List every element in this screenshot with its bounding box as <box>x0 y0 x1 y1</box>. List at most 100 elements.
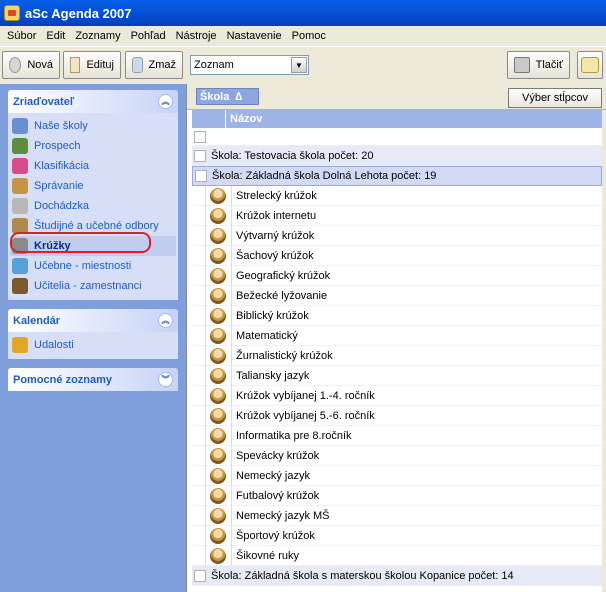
sidebar-item-label: Dochádzka <box>34 200 90 212</box>
menu-item-5[interactable]: Nastavenie <box>222 30 287 42</box>
sidebar-item[interactable]: Správanie <box>12 176 176 196</box>
edit-button[interactable]: Edituj <box>63 51 121 79</box>
chevron-down-icon[interactable]: ▼ <box>291 57 307 73</box>
table-row[interactable]: Futbalový krúžok <box>192 485 602 506</box>
filter-checkbox[interactable] <box>194 130 206 143</box>
sidebar-item[interactable]: Klasifikácia <box>12 156 176 176</box>
row-indent <box>192 265 206 286</box>
sidebar-item[interactable]: Učitelia - zamestnanci <box>12 276 176 296</box>
sidebar-panel-header[interactable]: Zriaďovateľ ︽ <box>8 90 178 113</box>
club-icon <box>12 238 28 254</box>
behavior-icon <box>12 178 28 194</box>
table-row[interactable]: Bežecké lyžovanie <box>192 285 602 306</box>
row-name-cell: Šikovné ruky <box>231 545 299 566</box>
edit-icon <box>70 57 81 73</box>
menu-item-2[interactable]: Zoznamy <box>70 30 125 42</box>
table-row[interactable]: Biblický krúžok <box>192 305 602 326</box>
table-row[interactable]: Matematický <box>192 325 602 346</box>
row-selector-header <box>192 110 226 128</box>
collapse-icon[interactable]: ︽ <box>158 313 173 328</box>
group-expand-toggle[interactable] <box>194 149 206 162</box>
table-row[interactable]: Krúžok vybíjanej 1.-4. ročník <box>192 385 602 406</box>
table-row[interactable]: Spevácky krúžok <box>192 445 602 466</box>
view-select[interactable]: Zoznam ▼ <box>190 55 309 75</box>
sidebar-panel-title: Kalendár <box>13 314 61 327</box>
sidebar: Zriaďovateľ ︽ Naše školy Prospech Klasifikác… <box>0 84 186 592</box>
menu-item-1[interactable]: Edit <box>41 30 70 42</box>
club-icon <box>210 327 226 344</box>
sidebar-panel-header[interactable]: Pomocné zoznamy ︾ <box>8 368 178 391</box>
row-name-cell: Krúžok internetu <box>231 205 316 226</box>
club-icon <box>210 427 226 444</box>
sidebar-item[interactable]: Učebne - miestnosti <box>12 256 176 276</box>
menu-item-0[interactable]: Súbor <box>2 30 41 42</box>
table-row[interactable]: Informatika pre 8.ročník <box>192 425 602 446</box>
table-row[interactable]: Strelecký krúžok <box>192 185 602 206</box>
table-row[interactable]: Krúžok internetu <box>192 205 602 226</box>
table-row[interactable]: Geografický krúžok <box>192 265 602 286</box>
club-icon <box>210 307 226 324</box>
toolbar: Nová Edituj Zmaž Zoznam ▼ Tlačiť <box>0 46 606 84</box>
row-indent <box>192 505 206 526</box>
app-icon <box>4 5 20 21</box>
sidebar-panel-header[interactable]: Kalendár ︽ <box>8 309 178 332</box>
sidebar-item[interactable]: Naše školy <box>12 116 176 136</box>
sidebar-item-label: Učitelia - zamestnanci <box>34 280 142 292</box>
table-row[interactable]: Žurnalistický krúžok <box>192 345 602 366</box>
table-row[interactable]: Šachový krúžok <box>192 245 602 266</box>
menu-item-4[interactable]: Nástroje <box>171 30 222 42</box>
group-row[interactable]: Škola: Základná škola s materskou školou… <box>192 566 602 586</box>
row-name-cell: Nemecký jazyk <box>231 465 310 486</box>
column-chooser-button[interactable]: Výber stĺpcov <box>508 88 602 108</box>
sidebar-item[interactable]: Krúžky <box>10 236 176 256</box>
classification-icon <box>12 158 28 174</box>
sidebar-item-label: Študijné a učebné odbory <box>34 220 159 232</box>
group-expand-toggle[interactable] <box>195 170 207 182</box>
column-header-name[interactable]: Názov <box>226 110 262 128</box>
club-icon <box>210 347 226 364</box>
row-indent <box>192 465 206 486</box>
club-icon <box>210 207 226 224</box>
column-header: Názov <box>192 110 602 128</box>
row-indent <box>192 225 206 246</box>
sidebar-item[interactable]: Udalosti <box>12 335 176 355</box>
sidebar-panel: Pomocné zoznamy ︾ <box>8 368 178 391</box>
table-row[interactable]: Športový krúžok <box>192 525 602 546</box>
group-row[interactable]: Škola: Testovacia škola počet: 20 <box>192 146 602 166</box>
menu-item-6[interactable]: Pomoc <box>287 30 331 42</box>
table-row[interactable]: Krúžok vybíjanej 5.-6. ročník <box>192 405 602 426</box>
table-row[interactable]: Šikovné ruky <box>192 545 602 566</box>
print-button[interactable]: Tlačiť <box>507 51 570 79</box>
club-icon <box>210 447 226 464</box>
sidebar-panel-title: Zriaďovateľ <box>13 95 75 108</box>
row-name-cell: Biblický krúžok <box>231 305 309 326</box>
filter-row[interactable] <box>192 128 602 146</box>
sidebar-item[interactable]: Prospech <box>12 136 176 156</box>
expand-icon[interactable]: ︾ <box>158 372 173 387</box>
club-icon <box>210 287 226 304</box>
table-row[interactable]: Nemecký jazyk <box>192 465 602 486</box>
row-indent <box>192 365 206 386</box>
group-expand-toggle[interactable] <box>194 569 206 582</box>
delete-icon <box>132 57 143 73</box>
group-row[interactable]: Škola: Základná škola Dolná Lehota počet… <box>192 166 602 186</box>
table-row[interactable]: Nemecký jazyk MŠ <box>192 505 602 526</box>
data-grid: Škola: Testovacia škola počet: 20 Škola: … <box>192 128 602 586</box>
row-name-cell: Výtvarný krúžok <box>231 225 314 246</box>
table-row[interactable]: Výtvarný krúžok <box>192 225 602 246</box>
sidebar-item[interactable]: Dochádzka <box>12 196 176 216</box>
sidebar-item-label: Učebne - miestnosti <box>34 260 132 272</box>
table-row[interactable]: Taliansky jazyk <box>192 365 602 386</box>
row-name-cell: Bežecké lyžovanie <box>231 285 327 306</box>
row-indent <box>192 425 206 446</box>
new-button[interactable]: Nová <box>2 51 60 79</box>
sidebar-item[interactable]: Študijné a učebné odbory <box>12 216 176 236</box>
exit-button[interactable] <box>577 51 603 79</box>
attendance-icon <box>12 198 28 214</box>
group-chip[interactable]: Škola ∆ <box>196 88 259 105</box>
delete-button[interactable]: Zmaž <box>125 51 183 79</box>
club-icon <box>210 247 226 264</box>
collapse-icon[interactable]: ︽ <box>158 94 173 109</box>
club-icon <box>210 267 226 284</box>
menu-item-3[interactable]: Pohľad <box>126 30 171 42</box>
